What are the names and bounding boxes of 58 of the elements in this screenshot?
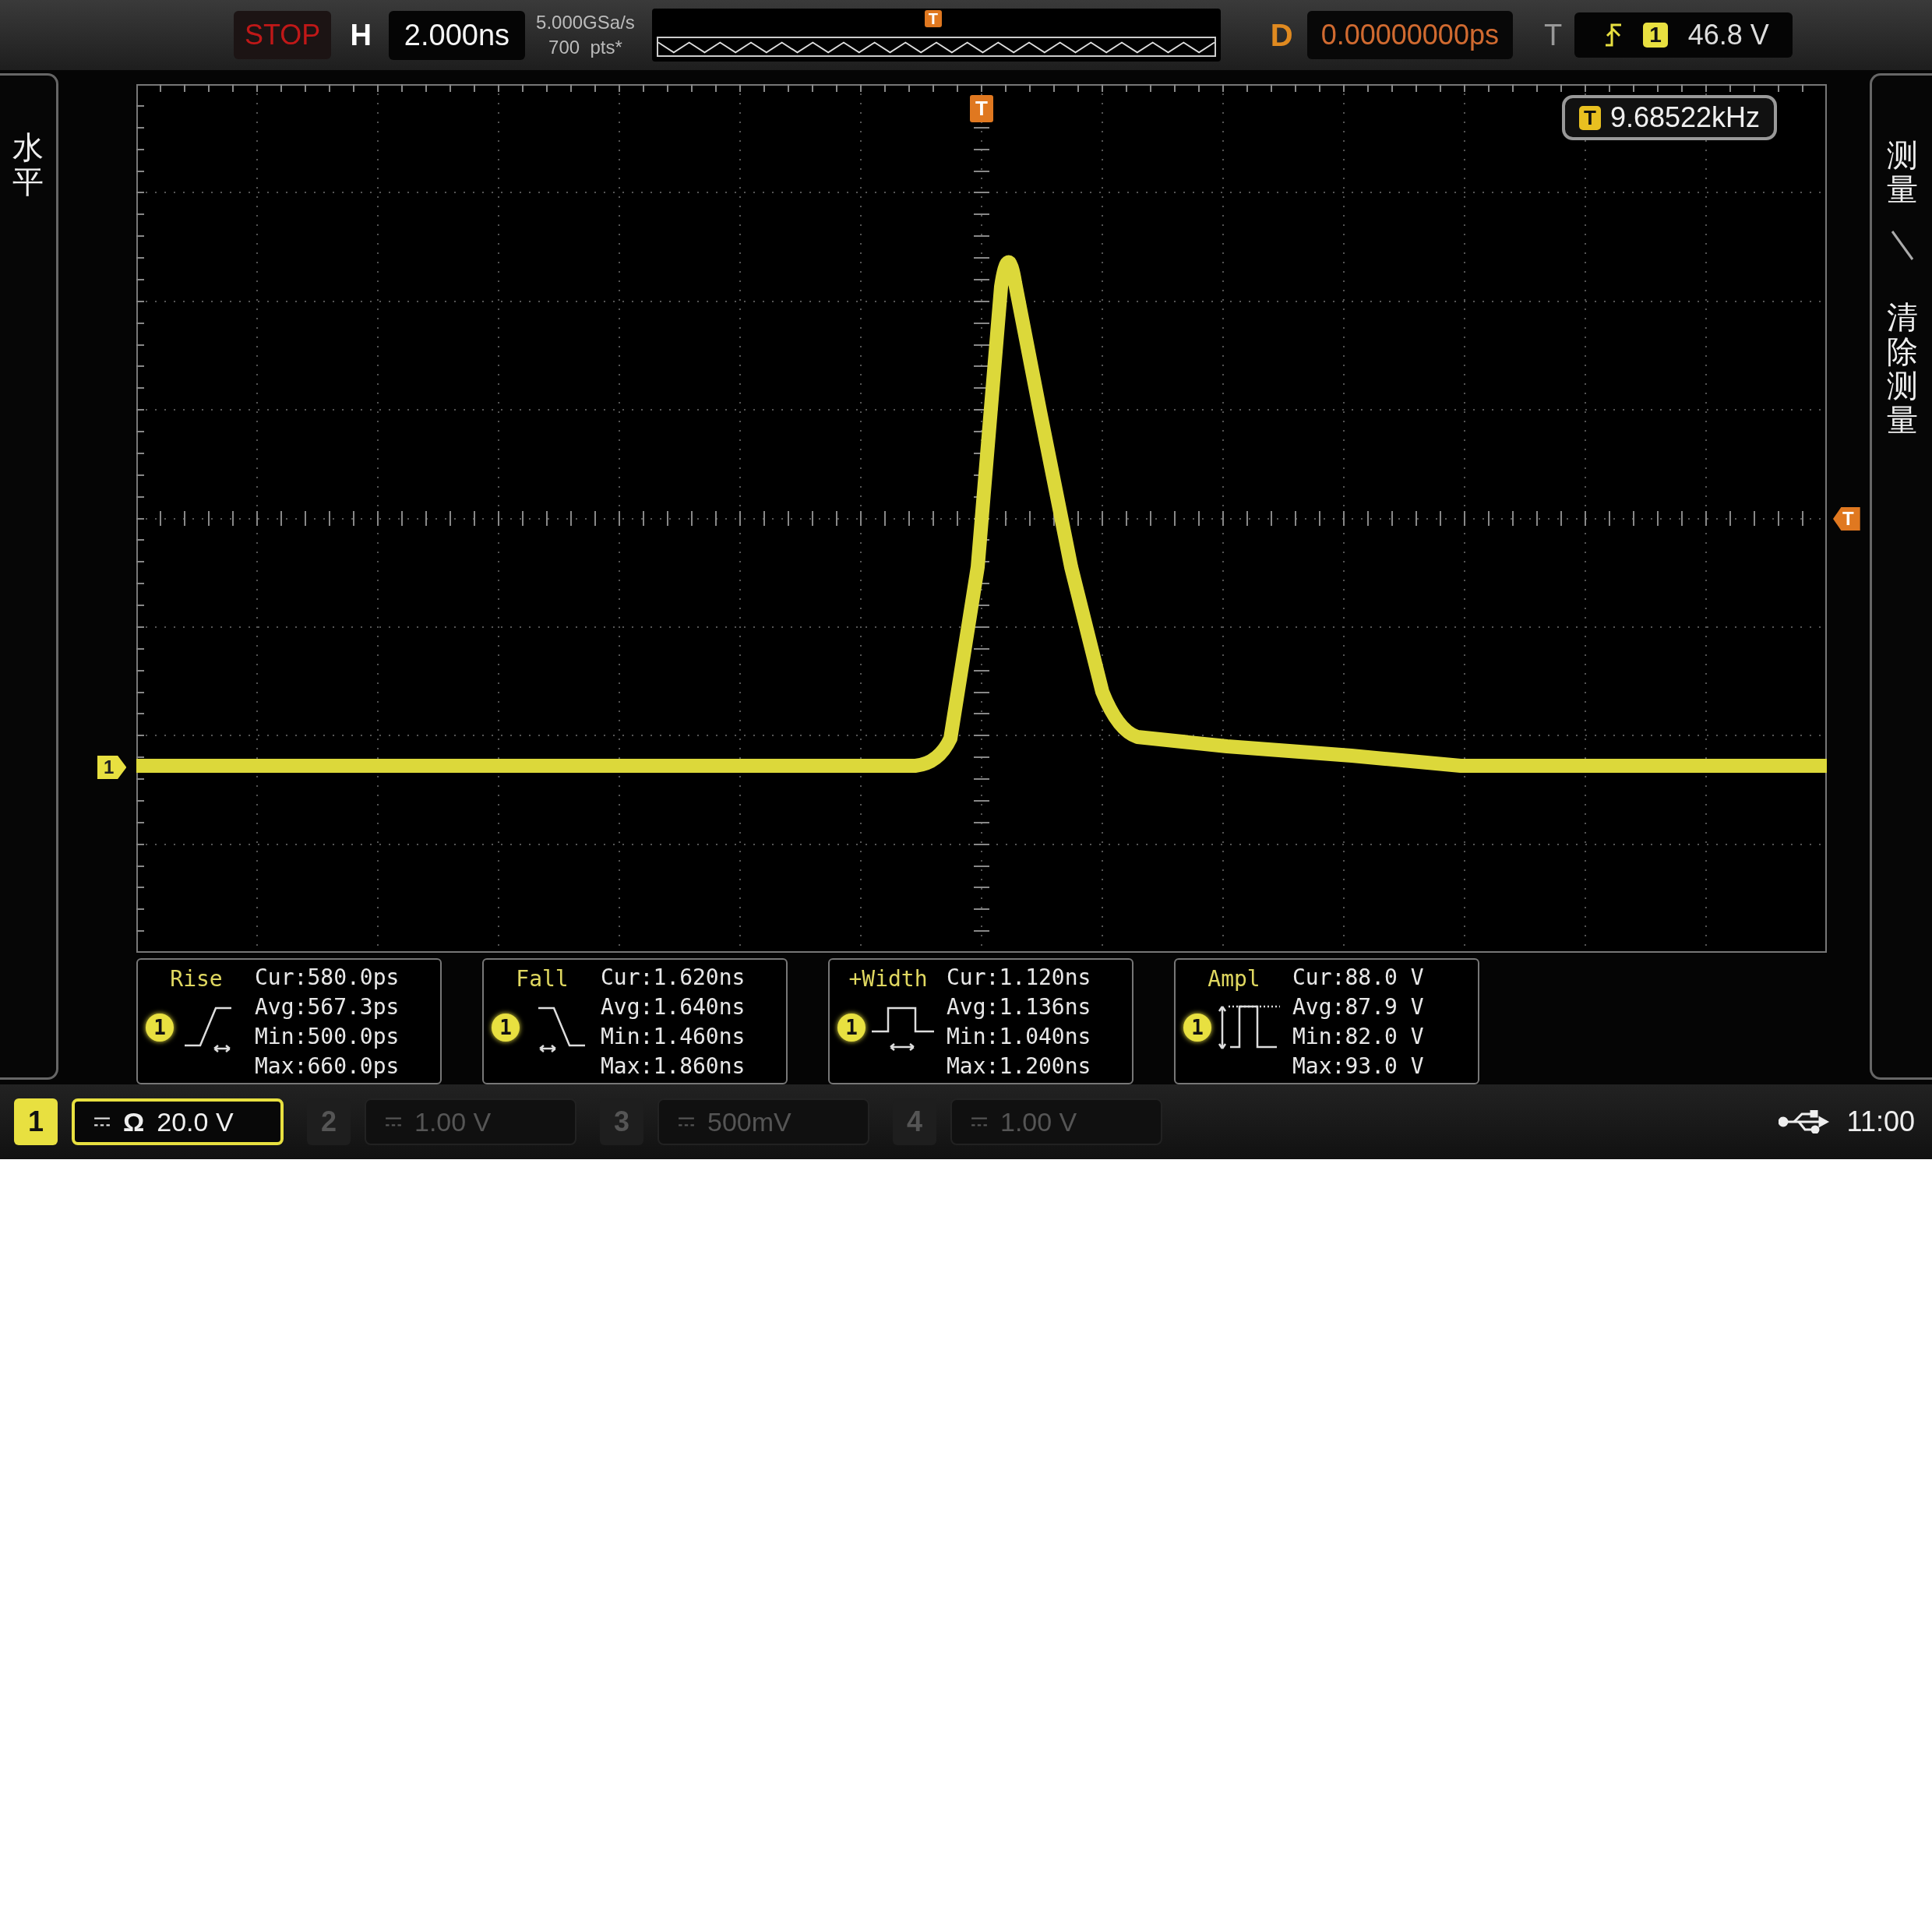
measurement-value: Avg:87.9 V <box>1292 993 1424 1022</box>
dc-coupling-icon <box>385 1116 402 1128</box>
measurement-name: Fall <box>516 966 569 992</box>
measurement-value: Avg:567.3ps <box>255 993 400 1022</box>
measurement-name: +Width <box>848 966 928 992</box>
channel-scale: 500mV <box>707 1106 791 1137</box>
trigger-level-marker[interactable]: T <box>1833 507 1860 531</box>
measurement-value: Min:500.0ps <box>255 1023 400 1052</box>
clear-measure-menu-item[interactable]: 清除测量 <box>1886 300 1918 438</box>
source-badge: 1 <box>492 1014 520 1042</box>
measurement-value: Max:1.860ns <box>601 1052 746 1081</box>
source-badge: 1 <box>146 1014 174 1042</box>
source-badge: 1 <box>837 1014 866 1042</box>
measurement-name: Rise <box>170 966 223 992</box>
timebase-value[interactable]: 2.000ns <box>388 10 526 60</box>
rising-edge-icon <box>1604 22 1624 49</box>
dc-coupling-icon <box>971 1116 988 1128</box>
measurement-value: Cur:580.0ps <box>255 964 400 992</box>
trigger-label: T <box>1543 18 1563 52</box>
trigger-level: 46.8 V <box>1687 19 1769 52</box>
trigger-position-marker[interactable]: T <box>970 95 993 123</box>
separator-line <box>1890 230 1914 262</box>
source-badge: 1 <box>1183 1014 1211 1042</box>
measurement-value: Cur:1.120ns <box>947 964 1091 992</box>
measurement-value: Max:660.0ps <box>255 1052 400 1081</box>
channel-marker[interactable]: 1 <box>97 756 127 780</box>
delay-label: D <box>1270 17 1293 53</box>
measurement-value: Avg:1.640ns <box>601 993 746 1022</box>
sample-rate: 5.000GSa/s <box>536 11 635 35</box>
dc-coupling-icon <box>93 1116 111 1128</box>
measurement-name: Ampl <box>1208 966 1260 992</box>
measure-menu-item[interactable]: 测量 <box>1886 138 1918 207</box>
trigger-panel[interactable]: 1 46.8 V <box>1574 12 1793 58</box>
measurement-value: Min:82.0 V <box>1292 1023 1424 1052</box>
trigger-marker: T <box>924 10 943 28</box>
channel-number[interactable]: 1 <box>14 1098 58 1146</box>
measurement-value: Max:1.200ns <box>947 1052 1091 1081</box>
dc-coupling-icon <box>678 1116 695 1128</box>
measurement-value: Cur:1.620ns <box>601 964 746 992</box>
frequency-value: 9.68522kHz <box>1609 101 1761 135</box>
measurement-value: Min:1.460ns <box>601 1023 746 1052</box>
measurement-value: Cur:88.0 V <box>1292 964 1424 992</box>
horizontal-menu-label[interactable]: 水平 <box>12 130 44 1078</box>
clock: 11:00 <box>1846 1105 1915 1139</box>
measurement-value: Min:1.040ns <box>947 1023 1091 1052</box>
measurement-value: Max:93.0 V <box>1292 1052 1424 1081</box>
memory-depth: 700 pts* <box>548 36 622 60</box>
timebase-label: H <box>350 18 372 52</box>
channel-scale: 20.0 V <box>157 1106 234 1137</box>
trigger-source: 1 <box>1643 23 1668 48</box>
run-state[interactable]: STOP <box>234 11 332 60</box>
frequency-source: T <box>1579 105 1601 130</box>
channel-scale: 1.00 V <box>414 1106 492 1137</box>
channel-setting[interactable]: Ω 20.0 V <box>72 1098 284 1146</box>
measurement-value: Avg:1.136ns <box>947 993 1091 1022</box>
channel-scale: 1.00 V <box>1000 1106 1077 1137</box>
delay-value[interactable]: 0.00000000ps <box>1306 11 1513 60</box>
impedance: Ω <box>123 1106 145 1137</box>
